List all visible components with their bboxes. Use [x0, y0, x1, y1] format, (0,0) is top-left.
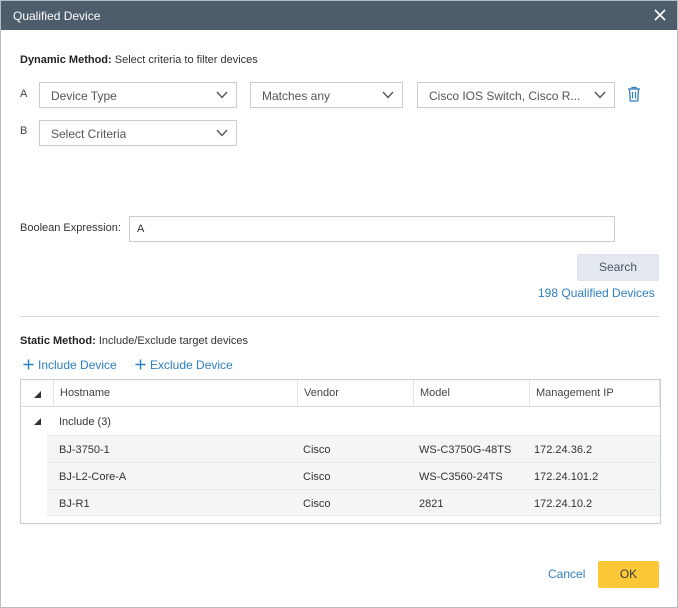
- cell-vendor: Cisco: [303, 471, 331, 483]
- include-group-label: Include (3): [59, 416, 111, 428]
- cancel-button[interactable]: Cancel: [548, 567, 585, 581]
- collapse-triangle-icon[interactable]: [34, 418, 41, 425]
- dynamic-method-title: Dynamic Method:: [20, 54, 112, 66]
- exclude-device-button[interactable]: Exclude Device: [135, 358, 233, 372]
- cell-vendor: Cisco: [303, 498, 331, 510]
- close-icon[interactable]: [651, 6, 669, 24]
- plus-icon: [23, 359, 34, 370]
- dialog-title: Qualified Device: [13, 9, 101, 23]
- criteria-a-value-text: Cisco IOS Switch, Cisco R...: [429, 89, 581, 103]
- static-method-label: Static Method: Include/Exclude target de…: [20, 335, 248, 347]
- cell-model: WS-C3560-24TS: [419, 471, 503, 483]
- qualified-devices-link[interactable]: 198 Qualified Devices: [538, 286, 655, 300]
- cell-model: WS-C3750G-48TS: [419, 444, 512, 456]
- include-device-button[interactable]: Include Device: [23, 358, 117, 372]
- collapse-triangle-icon: [34, 391, 41, 398]
- criteria-a-field-select[interactable]: Device Type: [39, 82, 237, 108]
- criteria-a-operator-select[interactable]: Matches any: [250, 82, 403, 108]
- column-header-hostname[interactable]: Hostname: [53, 380, 297, 407]
- criteria-letter-a: A: [20, 88, 28, 100]
- collapse-all-toggle[interactable]: [21, 380, 53, 407]
- cell-vendor: Cisco: [303, 444, 331, 456]
- include-device-label: Include Device: [38, 358, 117, 372]
- column-header-management-ip[interactable]: Management IP: [529, 380, 660, 407]
- column-header-vendor[interactable]: Vendor: [297, 380, 413, 407]
- static-method-title: Static Method:: [20, 335, 96, 347]
- device-table: Hostname Vendor Model Management IP Incl…: [20, 379, 661, 524]
- criteria-a-value-select[interactable]: Cisco IOS Switch, Cisco R...: [417, 82, 615, 108]
- cell-management-ip: 172.24.101.2: [534, 471, 599, 483]
- column-header-model[interactable]: Model: [413, 380, 529, 407]
- trash-icon[interactable]: [627, 86, 641, 102]
- cell-hostname: BJ-R1: [59, 498, 90, 510]
- dialog-titlebar: Qualified Device: [1, 1, 677, 30]
- criteria-b-field-value: Select Criteria: [51, 127, 127, 141]
- dynamic-method-label: Dynamic Method: Select criteria to filte…: [20, 54, 258, 66]
- exclude-device-label: Exclude Device: [150, 358, 233, 372]
- plus-icon: [135, 359, 146, 370]
- include-group-row[interactable]: Include (3): [21, 408, 660, 435]
- cell-model: 2821: [419, 498, 444, 510]
- dynamic-method-description: Select criteria to filter devices: [111, 54, 258, 66]
- boolean-expression-label: Boolean Expression:: [20, 222, 121, 234]
- search-button[interactable]: Search: [577, 254, 659, 281]
- cell-hostname: BJ-3750-1: [59, 444, 110, 456]
- section-divider: [20, 316, 659, 317]
- qualified-device-dialog: Qualified Device Dynamic Method: Select …: [0, 0, 678, 608]
- cell-management-ip: 172.24.10.2: [534, 498, 593, 510]
- cell-management-ip: 172.24.36.2: [534, 444, 593, 456]
- table-row[interactable]: BJ-L2-Core-A Cisco WS-C3560-24TS 172.24.…: [47, 462, 660, 489]
- static-method-description: Include/Exclude target devices: [95, 335, 249, 347]
- criteria-a-field-value: Device Type: [51, 89, 117, 103]
- cell-hostname: BJ-L2-Core-A: [59, 471, 127, 483]
- criteria-a-operator-value: Matches any: [262, 89, 331, 103]
- chevron-down-icon: [382, 91, 394, 99]
- chevron-down-icon: [216, 129, 228, 137]
- table-header: Hostname Vendor Model Management IP: [21, 380, 660, 407]
- boolean-expression-input[interactable]: [129, 216, 615, 242]
- chevron-down-icon: [216, 91, 228, 99]
- criteria-b-field-select[interactable]: Select Criteria: [39, 120, 237, 146]
- table-row[interactable]: BJ-3750-1 Cisco WS-C3750G-48TS 172.24.36…: [47, 435, 660, 462]
- ok-button[interactable]: OK: [598, 561, 659, 588]
- table-row[interactable]: BJ-R1 Cisco 2821 172.24.10.2: [47, 489, 660, 516]
- criteria-letter-b: B: [20, 125, 28, 137]
- chevron-down-icon: [594, 91, 606, 99]
